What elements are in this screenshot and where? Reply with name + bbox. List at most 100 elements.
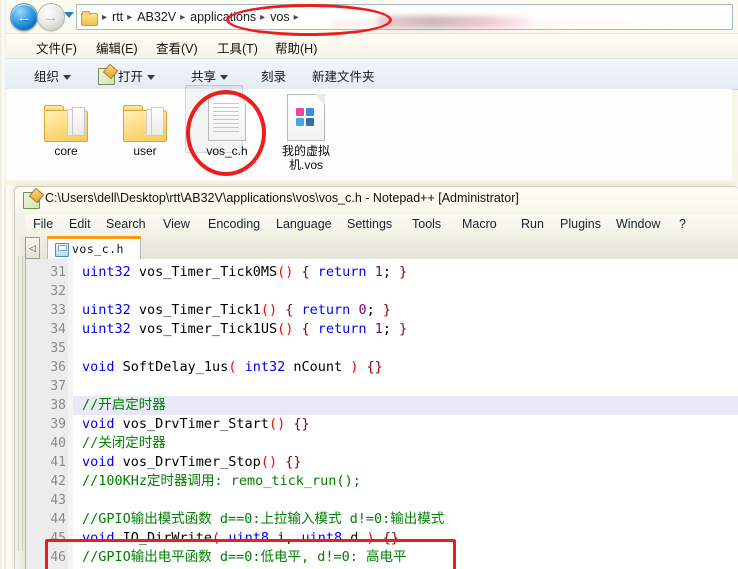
- code-content-area[interactable]: uint32 vos_Timer_Tick0MS() { return 1; }…: [73, 259, 738, 569]
- menu-item-plugins[interactable]: Plugins: [560, 217, 601, 231]
- line-number: 31: [50, 265, 66, 280]
- code-token: uint32: [82, 321, 139, 337]
- code-token: 0: [358, 302, 367, 318]
- chevron-down-icon: [220, 75, 229, 81]
- collapse-panel-icon[interactable]: ◁: [25, 237, 40, 259]
- menu-item-tools[interactable]: Tools: [412, 217, 441, 231]
- breadcrumb-item-ab32v[interactable]: AB32V: [134, 10, 179, 24]
- windows-explorer-window: ← → ▸ rtt ▸ AB32V ▸ applications ▸ vos ▸: [0, 0, 738, 186]
- tab-label: vos_c.h: [72, 242, 124, 256]
- toolbar-new-folder-button[interactable]: 新建文件夹: [312, 66, 375, 85]
- line-number: 34: [50, 322, 66, 337]
- code-token: uint32: [82, 264, 139, 280]
- code-token: void: [82, 359, 123, 375]
- chevron-down-icon[interactable]: [64, 12, 74, 18]
- menu-item-help[interactable]: ?: [679, 217, 686, 231]
- folder-icon: [33, 93, 99, 142]
- folder-icon: [112, 93, 178, 142]
- toolbar-share-button[interactable]: 共享: [191, 66, 229, 85]
- line-number: 43: [50, 493, 66, 508]
- explorer-file-list: core user vos_c.h 我的虚拟机.vos: [6, 85, 732, 180]
- breadcrumb-highlight-ellipse: [226, 4, 392, 36]
- code-token: (): [260, 454, 278, 470]
- menu-item-tools[interactable]: 工具(T): [217, 38, 258, 57]
- toolbar-share-label: 共享: [191, 70, 217, 84]
- toolbar-open-button[interactable]: 打开: [118, 66, 156, 85]
- toolbar-burn-button[interactable]: 刻录: [261, 66, 286, 85]
- code-token: vos_Timer_Tick1: [138, 302, 261, 318]
- forward-arrow-icon: →: [43, 8, 59, 26]
- notepadpp-window: C:\Users\dell\Desktop\rtt\AB32V\applicat…: [14, 186, 738, 569]
- code-token: //关闭定时器: [82, 435, 166, 451]
- code-line-36-highlight-rect: [45, 539, 456, 569]
- code-token: }: [399, 264, 408, 280]
- code-token: (): [260, 302, 278, 318]
- code-token: ;: [382, 264, 400, 280]
- menu-item-language[interactable]: Language: [276, 217, 332, 231]
- code-line[interactable]: uint32 vos_Timer_Tick1US() { return 1; }: [82, 320, 407, 339]
- line-number: 35: [50, 341, 66, 356]
- menu-item-view[interactable]: 查看(V): [156, 38, 198, 57]
- breadcrumb-separator: ▸: [180, 11, 186, 23]
- breadcrumb-item-rtt[interactable]: rtt: [109, 10, 126, 24]
- menu-item-edit[interactable]: Edit: [69, 217, 91, 231]
- menu-item-settings[interactable]: Settings: [347, 217, 392, 231]
- line-number: 33: [50, 303, 66, 318]
- menu-item-window[interactable]: Window: [616, 217, 660, 231]
- list-item-label: user: [133, 144, 157, 158]
- code-token: void: [82, 416, 123, 432]
- menu-item-macro[interactable]: Macro: [462, 217, 497, 231]
- menu-item-search[interactable]: Search: [106, 217, 146, 231]
- line-number: 37: [50, 379, 66, 394]
- window-title: C:\Users\dell\Desktop\rtt\AB32V\applicat…: [45, 191, 519, 205]
- code-token: //开启定时器: [82, 397, 166, 413]
- menu-item-encoding[interactable]: Encoding: [208, 217, 260, 231]
- code-line[interactable]: uint32 vos_Timer_Tick1() { return 0; }: [82, 301, 391, 320]
- breadcrumb-separator: ▸: [127, 11, 133, 23]
- code-token: vos_DrvTimer_Start: [122, 416, 269, 432]
- forward-button[interactable]: →: [37, 3, 65, 31]
- back-button[interactable]: ←: [10, 3, 38, 31]
- code-line[interactable]: //关闭定时器: [82, 434, 166, 453]
- breadcrumb-separator: ▸: [102, 11, 108, 23]
- code-token: vos_Timer_Tick1US: [138, 321, 278, 337]
- code-token: {: [301, 321, 310, 337]
- code-line[interactable]: void vos_DrvTimer_Start() {}: [82, 415, 310, 434]
- menu-item-file[interactable]: File: [33, 217, 53, 231]
- menu-item-view[interactable]: View: [163, 217, 190, 231]
- menu-item-file[interactable]: 文件(F): [36, 38, 77, 57]
- code-line[interactable]: void SoftDelay_1us( int32 nCount ) {}: [82, 358, 383, 377]
- menu-item-run[interactable]: Run: [521, 217, 544, 231]
- code-token: void: [82, 454, 123, 470]
- code-line[interactable]: //GPIO输出模式函数 d==0:上拉输入模式 d!=0:输出模式: [82, 510, 444, 529]
- menu-item-help[interactable]: 帮助(H): [275, 38, 317, 57]
- code-line[interactable]: void vos_DrvTimer_Stop() {}: [82, 453, 301, 472]
- code-line[interactable]: uint32 vos_Timer_Tick0MS() { return 1; }: [82, 263, 407, 282]
- code-token: int32: [244, 359, 286, 375]
- code-line[interactable]: //100KHz定时器调用: remo_tick_run();: [82, 472, 361, 491]
- list-item[interactable]: user: [112, 93, 178, 158]
- code-token: }: [399, 321, 408, 337]
- list-item[interactable]: core: [33, 93, 99, 158]
- code-token: {}: [285, 454, 302, 470]
- code-token: (): [268, 416, 286, 432]
- code-line[interactable]: //开启定时器: [82, 396, 166, 415]
- code-token: return: [301, 302, 351, 318]
- code-token: nCount: [285, 359, 351, 375]
- menu-item-edit[interactable]: 编辑(E): [96, 38, 138, 57]
- list-item[interactable]: 我的虚拟机.vos: [270, 93, 342, 172]
- back-arrow-icon: ←: [16, 8, 32, 26]
- code-token: {}: [293, 416, 310, 432]
- code-token: return: [317, 264, 367, 280]
- line-number: 39: [50, 417, 66, 432]
- code-editor[interactable]: 31 32 33 34 35 36 37 38 39 40 41 42 43 44 45 46 uint32 …: [25, 259, 738, 569]
- code-token: (): [277, 264, 294, 280]
- toolbar-organize-button[interactable]: 组织: [34, 66, 72, 85]
